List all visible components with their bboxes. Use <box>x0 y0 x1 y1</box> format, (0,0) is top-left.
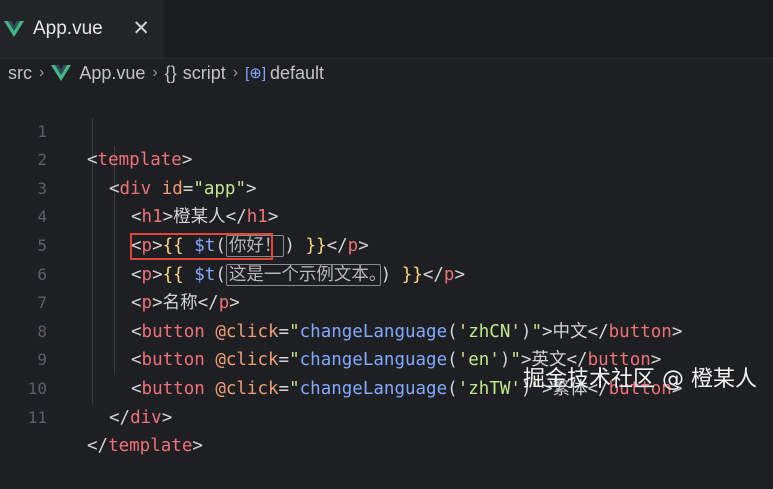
code-line: 1 <template> <box>0 89 773 171</box>
breadcrumb: src › App.vue › {} script › [⊕] default <box>0 58 773 88</box>
braces-icon: {} <box>164 62 177 83</box>
code-line: 2 <div id="app"> <box>0 118 773 199</box>
code-line: 8 <button @click="changeLanguage('en')">… <box>0 289 773 371</box>
code-line: 5 <p>{{ $t(这是一个示例文本。) }}</p> <box>0 203 773 286</box>
breadcrumb-section[interactable]: {} script <box>165 63 226 84</box>
watermark: 掘金技术社区 @ 橙某人 <box>523 367 757 392</box>
code-line: 3 <h1>橙某人</h1> <box>0 146 773 228</box>
breadcrumb-section-label: script <box>182 62 226 83</box>
code-line: 7 <button @click="changeLanguage('zhCN')… <box>0 261 773 342</box>
vue-logo-icon <box>51 65 72 81</box>
editor-tab-app-vue[interactable]: App.vue ✕ <box>0 0 164 58</box>
tab-label: App.vue <box>33 18 103 39</box>
breadcrumb-symbol-label: default <box>270 62 325 83</box>
chevron-right-icon: › <box>152 64 158 81</box>
code-line: 9 <button @click="changeLanguage('zhTW')… <box>0 318 773 399</box>
chevron-right-icon: › <box>39 64 45 81</box>
line-number: 11 <box>27 407 47 427</box>
code-line: 4 <p>{{ $t(你好！) }}</p> <box>0 175 773 257</box>
breadcrumb-folder[interactable]: src <box>8 63 32 84</box>
breadcrumb-symbol[interactable]: [⊕] default <box>245 63 324 84</box>
breadcrumb-file-label: App.vue <box>79 62 146 83</box>
symbol-module-icon: [⊕] <box>245 65 266 82</box>
breadcrumb-file[interactable]: App.vue <box>51 63 145 84</box>
vue-logo-icon <box>4 21 24 37</box>
highlight-box <box>130 232 273 260</box>
chevron-right-icon: › <box>232 64 239 81</box>
tab-bar: App.vue ✕ <box>0 0 773 59</box>
code-editor[interactable]: 1 <template> 2 <div id="app"> 3 <h1>橙某人<… <box>0 89 773 456</box>
code-line: 6 <p>名称</p> <box>0 232 773 313</box>
close-icon[interactable]: ✕ <box>132 16 150 40</box>
